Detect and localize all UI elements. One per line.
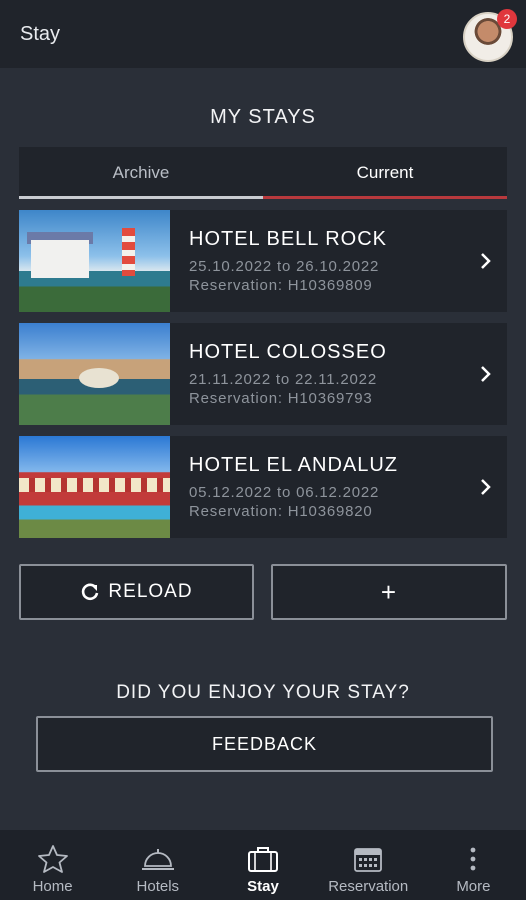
nav-hotels[interactable]: Hotels <box>105 830 210 900</box>
page-title: Stay <box>20 22 61 45</box>
reservation-number: Reservation: H10369820 <box>189 502 373 520</box>
profile-avatar-button[interactable]: 2 <box>463 9 517 64</box>
stay-dates: 05.12.2022 to 06.12.2022 <box>189 483 380 501</box>
hotel-name: HOTEL BELL ROCK <box>189 227 388 250</box>
chevron-right-icon <box>463 365 507 383</box>
nav-label: Stay <box>247 878 279 895</box>
stay-card-bell-rock[interactable]: HOTEL BELL ROCK 25.10.2022 to 26.10.2022… <box>19 210 507 312</box>
suitcase-icon <box>247 842 279 876</box>
stay-tabs: Archive Current <box>19 147 507 199</box>
stay-info: HOTEL EL ANDALUZ 05.12.2022 to 06.12.202… <box>170 454 463 521</box>
nav-label: More <box>456 878 491 895</box>
feedback-button[interactable]: FEEDBACK <box>36 716 493 772</box>
bottom-navigation: Home Hotels Stay Reservation More <box>0 830 526 900</box>
tab-current[interactable]: Current <box>263 147 507 199</box>
stay-dates: 21.11.2022 to 22.11.2022 <box>189 370 377 388</box>
hotel-name: HOTEL EL ANDALUZ <box>189 453 399 476</box>
reload-button[interactable]: RELOAD <box>19 564 254 620</box>
hotel-name: HOTEL COLOSSEO <box>189 340 387 363</box>
stay-info: HOTEL COLOSSEO 21.11.2022 to 22.11.2022 … <box>170 341 463 408</box>
hotel-photo <box>19 436 170 538</box>
app-header: Stay 2 <box>0 0 526 68</box>
hotel-photo <box>19 210 170 312</box>
nav-reservation[interactable]: Reservation <box>316 830 421 900</box>
nav-label: Hotels <box>136 878 180 895</box>
stay-card-colosseo[interactable]: HOTEL COLOSSEO 21.11.2022 to 22.11.2022 … <box>19 323 507 425</box>
service-bell-icon <box>141 842 175 876</box>
refresh-icon <box>80 582 100 602</box>
nav-home[interactable]: Home <box>0 830 105 900</box>
add-stay-button[interactable]: + <box>271 564 507 620</box>
nav-more[interactable]: More <box>421 830 526 900</box>
nav-label: Home <box>32 878 73 895</box>
tab-archive[interactable]: Archive <box>19 147 263 199</box>
chevron-right-icon <box>463 478 507 496</box>
chevron-right-icon <box>463 252 507 270</box>
reload-label: RELOAD <box>108 581 193 602</box>
reservation-number: Reservation: H10369809 <box>189 276 373 294</box>
feedback-question: DID YOU ENJOY YOUR STAY? <box>116 682 410 703</box>
stay-card-el-andaluz[interactable]: HOTEL EL ANDALUZ 05.12.2022 to 06.12.202… <box>19 436 507 538</box>
notification-badge: 2 <box>497 9 517 29</box>
section-title: MY STAYS <box>210 106 316 128</box>
stay-dates: 25.10.2022 to 26.10.2022 <box>189 257 380 275</box>
nav-label: Reservation <box>328 878 409 895</box>
plus-icon: + <box>380 576 398 607</box>
calendar-icon <box>353 842 383 876</box>
star-icon <box>37 842 69 876</box>
nav-stay[interactable]: Stay <box>210 830 315 900</box>
feedback-label: FEEDBACK <box>211 733 318 754</box>
stay-info: HOTEL BELL ROCK 25.10.2022 to 26.10.2022… <box>170 228 463 295</box>
reservation-number: Reservation: H10369793 <box>189 389 373 407</box>
hotel-photo <box>19 323 170 425</box>
more-vertical-icon <box>469 842 477 876</box>
